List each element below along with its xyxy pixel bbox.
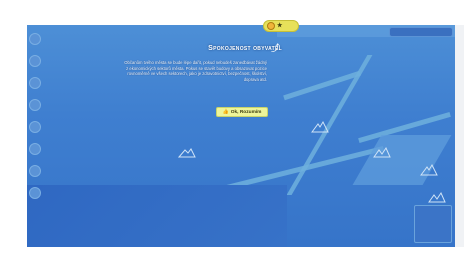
ok-button[interactable]: 👍 Ok, Rozumím — [216, 107, 268, 117]
tree-icon — [372, 145, 392, 159]
page-right-margin — [455, 25, 464, 247]
thumbs-up-icon: 👍 — [222, 109, 229, 115]
dialog-body-text: Občanům tvého města se bude lépe dařit, … — [124, 60, 267, 82]
toolbar-button[interactable] — [29, 121, 41, 133]
page-top-margin — [0, 0, 464, 25]
tree-icon — [177, 145, 197, 159]
tree-icon — [427, 190, 447, 204]
terrain-tile — [352, 135, 452, 185]
toolbar-button[interactable] — [29, 187, 41, 199]
ok-button-label: Ok, Rozumím — [230, 109, 262, 115]
left-toolbar — [29, 33, 43, 203]
coin-icon — [267, 22, 275, 30]
page-bottom-margin — [0, 247, 464, 257]
happiness-badge: ★ — [263, 20, 299, 32]
toolbar-button[interactable] — [29, 143, 41, 155]
toolbar-button[interactable] — [29, 165, 41, 177]
badge-label: ★ — [277, 23, 283, 29]
top-right-toolbar[interactable] — [389, 27, 453, 37]
minimap[interactable] — [414, 205, 452, 243]
dialog-title: Spokojenost obyvatel — [208, 45, 282, 52]
tree-icon — [310, 120, 330, 134]
page-left-margin — [0, 25, 27, 247]
toolbar-button[interactable] — [29, 77, 41, 89]
game-viewport[interactable] — [27, 25, 455, 247]
water-area — [27, 185, 287, 247]
toolbar-button[interactable] — [29, 55, 41, 67]
toolbar-button[interactable] — [29, 33, 41, 45]
toolbar-button[interactable] — [29, 99, 41, 111]
leaf-icon: ⤴ — [271, 43, 281, 53]
tree-icon — [419, 163, 439, 177]
